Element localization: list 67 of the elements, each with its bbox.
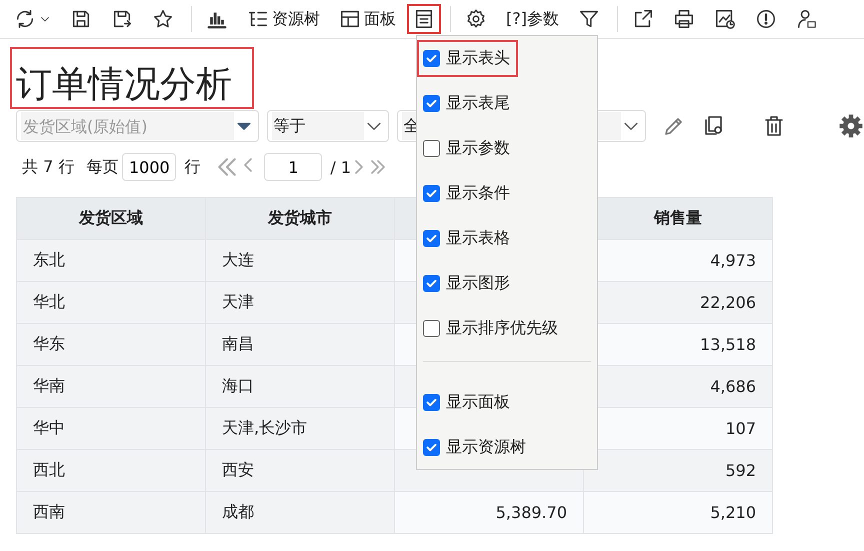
alert-icon — [754, 8, 777, 30]
menu-item[interactable]: 显示资源树 — [417, 429, 534, 466]
save-icon — [70, 8, 92, 30]
menu-item[interactable]: 显示面板 — [417, 384, 518, 421]
previous-page-icon — [244, 158, 252, 172]
report-view-button[interactable] — [407, 4, 441, 34]
checkbox[interactable] — [423, 140, 440, 157]
toolbar-button[interactable]: [?]参数 — [498, 4, 567, 34]
report-title: 订单情况分析 — [10, 47, 254, 109]
column-header: 发货区域 — [16, 198, 206, 240]
menu-item[interactable]: 显示参数 — [417, 130, 518, 167]
table-cell: 592 — [584, 450, 772, 492]
table-cell: 成都 — [206, 492, 394, 534]
checkbox[interactable] — [423, 230, 440, 247]
page-field[interactable]: 1 — [264, 153, 322, 181]
operator-select[interactable]: 等于 — [266, 110, 389, 142]
panel-icon — [339, 8, 361, 30]
checkbox[interactable] — [423, 95, 440, 112]
table-cell: 西南 — [16, 492, 206, 534]
field-select[interactable]: 发货区域(原始值) — [16, 110, 259, 142]
table-cell: 华北 — [16, 282, 206, 324]
toolbar-button[interactable]: 面板 — [331, 4, 404, 34]
user-help-icon — [796, 8, 818, 30]
table-cell: 天津,长沙市 — [206, 408, 394, 450]
page-size-unit: 行 — [184, 156, 200, 178]
page-size-field[interactable]: 1000 — [122, 153, 176, 181]
table-cell: 西北 — [16, 450, 206, 492]
table-cell: 南昌 — [206, 324, 394, 366]
table-cell: 华南 — [16, 366, 206, 408]
settings-icon — [838, 113, 864, 139]
checkbox[interactable] — [423, 394, 440, 411]
menu-item[interactable]: 显示表尾 — [417, 85, 518, 122]
table-cell: 华东 — [16, 324, 206, 366]
settings-icon — [465, 8, 487, 30]
table-cell: 5,210 — [584, 492, 772, 534]
row-count: 共 7 行 — [22, 156, 74, 178]
last-page-icon — [371, 160, 386, 174]
checkbox[interactable] — [423, 50, 440, 67]
report-view-icon — [413, 8, 435, 30]
chart-clock-icon — [714, 8, 736, 30]
page-size-label: 每页 — [86, 156, 118, 178]
table-cell: 海口 — [206, 366, 394, 408]
toolbar-button[interactable]: 资源树 — [239, 4, 328, 34]
table-cell: 天津 — [206, 282, 394, 324]
checkbox[interactable] — [423, 320, 440, 337]
menu-item[interactable]: 显示图形 — [417, 265, 518, 302]
page-total: / 1 — [330, 158, 352, 176]
save-as-icon — [111, 8, 133, 30]
table-cell: 华中 — [16, 408, 206, 450]
menu-item[interactable]: 显示排序优先级 — [417, 310, 566, 347]
star-icon — [152, 8, 174, 30]
column-header: 发货城市 — [206, 198, 394, 240]
table-cell: 东北 — [16, 240, 206, 282]
checkbox[interactable] — [423, 439, 440, 456]
checkbox[interactable] — [423, 185, 440, 202]
checkbox[interactable] — [423, 275, 440, 292]
print-icon — [672, 8, 695, 30]
menu-item[interactable]: 显示条件 — [417, 175, 518, 212]
first-page-icon — [218, 158, 236, 176]
next-page-icon — [355, 160, 364, 174]
menu-item[interactable]: 显示表头 — [417, 40, 518, 77]
filter-icon — [578, 8, 600, 30]
table-cell: 大连 — [206, 240, 394, 282]
table-cell: 西安 — [206, 450, 394, 492]
refresh-icon — [14, 8, 36, 30]
table-cell: 5,389.70 — [394, 492, 584, 534]
menu-item[interactable]: 显示表格 — [417, 220, 518, 257]
